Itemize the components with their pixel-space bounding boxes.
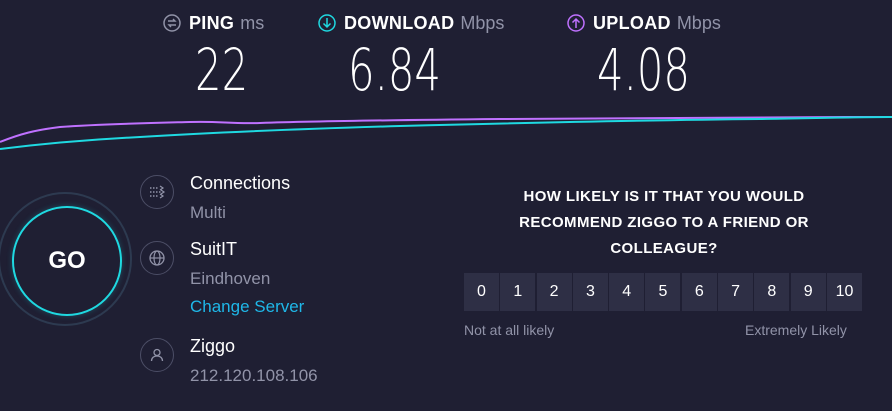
download-unit: Mbps (460, 12, 505, 33)
connections-title: Connections (190, 173, 291, 193)
scale-option-8[interactable]: 8 (754, 273, 790, 311)
upload-arrow-icon (567, 14, 585, 32)
download-label: DOWNLOAD (344, 12, 455, 33)
ping-metric: PING ms 22 (163, 12, 265, 100)
provider-ip: 212.120.108.106 (190, 366, 318, 385)
scale-option-4[interactable]: 4 (609, 273, 645, 311)
scale-option-1[interactable]: 1 (500, 273, 536, 311)
ping-icon (163, 14, 181, 32)
survey-question: HOW LIKELY IS IT THAT YOU WOULD RECOMMEN… (519, 188, 809, 257)
user-icon (140, 338, 174, 372)
upload-unit: Mbps (676, 12, 721, 33)
scale-option-10[interactable]: 10 (826, 273, 862, 311)
ping-label: PING (189, 12, 235, 33)
go-button[interactable]: GO (12, 206, 122, 316)
download-value: 6.84 (348, 36, 441, 104)
upload-value: 4.08 (597, 36, 690, 104)
connections-icon (140, 175, 174, 209)
scale-option-6[interactable]: 6 (681, 273, 717, 311)
scale-option-5[interactable]: 5 (645, 273, 681, 311)
upload-label: UPLOAD (593, 12, 671, 33)
scale-option-2[interactable]: 2 (536, 273, 572, 311)
server-name: SuitIT (190, 239, 238, 259)
recommend-scale: 0 1 2 3 4 5 6 7 8 9 10 (464, 273, 862, 311)
scale-option-9[interactable]: 9 (790, 273, 826, 311)
server-location: Eindhoven (190, 269, 271, 288)
scale-high-label: Extremely Likely (745, 322, 847, 338)
scale-option-7[interactable]: 7 (718, 273, 754, 311)
download-graph-line (0, 116, 892, 150)
ping-value: 22 (195, 36, 249, 104)
speed-graph (0, 116, 892, 150)
download-arrow-icon (318, 14, 336, 32)
ping-unit: ms (240, 12, 265, 33)
globe-icon (140, 241, 174, 275)
scale-option-0[interactable]: 0 (464, 273, 499, 311)
change-server-link[interactable]: Change Server (190, 297, 304, 317)
upload-metric: UPLOAD Mbps 4.08 (567, 12, 721, 100)
download-metric: DOWNLOAD Mbps 6.84 (318, 12, 505, 100)
scale-option-3[interactable]: 3 (572, 273, 608, 311)
connections-value[interactable]: Multi (190, 203, 226, 223)
scale-low-label: Not at all likely (464, 322, 555, 338)
provider-name: Ziggo (190, 336, 236, 356)
